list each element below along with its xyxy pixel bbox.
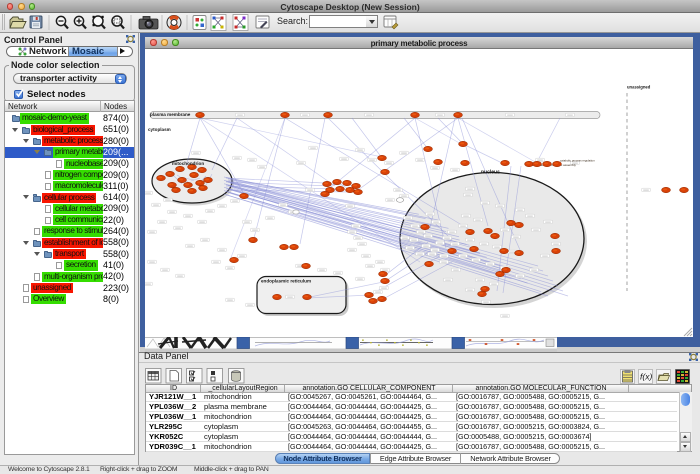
svg-text:plasma membrane: plasma membrane [150, 112, 191, 117]
svg-text:mitochondrion: mitochondrion [172, 161, 204, 166]
svg-text:endoplasmic reticulum: endoplasmic reticulum [261, 279, 311, 284]
svg-text:nucleus: nucleus [481, 170, 500, 176]
svg-text:unassigned: unassigned [627, 85, 651, 90]
svg-text:cytoplasm: cytoplasm [148, 127, 171, 132]
svg-text:catabolic process regulation: catabolic process regulation [560, 159, 595, 163]
svg-text:f(x): f(x) [640, 372, 652, 382]
